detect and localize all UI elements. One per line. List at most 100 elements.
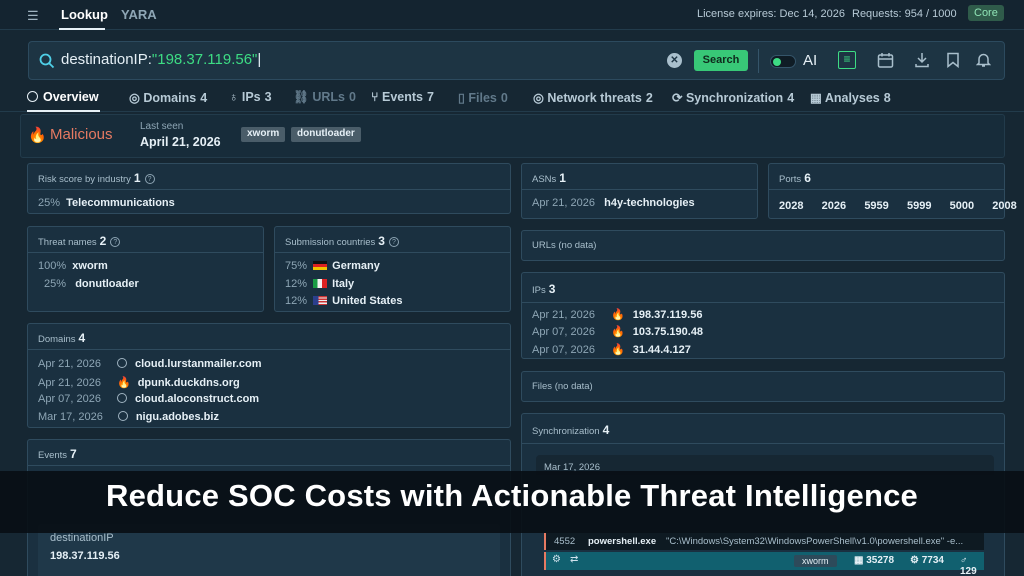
ips-header: IPs 3 <box>522 273 1004 303</box>
list-item: 25% Telecommunications <box>38 197 175 209</box>
list-item[interactable]: Apr 21, 2026 h4y-technologies <box>532 197 695 209</box>
fork-icon: ⑂ <box>371 90 382 104</box>
last-seen-label: Last seen <box>140 121 184 132</box>
threat-names-header: Threat names 2? <box>28 227 263 253</box>
list-item[interactable]: 25% donutloader <box>44 278 139 290</box>
verdict-label: Malicious <box>50 126 113 143</box>
license-text: License expires: Dec 14, 2026 <box>697 8 845 20</box>
asns-panel: ASNs 1 Apr 21, 2026 h4y-technologies <box>521 163 758 219</box>
search-input[interactable]: destinationIP:"198.37.119.56"| <box>61 51 661 68</box>
divider <box>758 49 759 73</box>
event-field: destinationIP <box>50 532 114 544</box>
port-value[interactable]: 5999 <box>907 200 931 212</box>
plan-badge[interactable]: Core <box>968 5 1004 21</box>
calendar-small-icon: ▦ <box>810 91 825 105</box>
help-icon[interactable]: ? <box>388 237 399 247</box>
de-flag <box>313 261 328 270</box>
ports-list: 2028 2026 5959 5999 5000 2008 <box>779 200 1017 212</box>
help-icon[interactable]: ? <box>144 174 155 184</box>
globe-icon: ◎ <box>129 91 144 105</box>
banner-headline: Reduce SOC Costs with Actionable Threat … <box>106 478 918 513</box>
port-value[interactable]: 2026 <box>822 200 846 212</box>
tab-network-threats[interactable]: ◎ Network threats 2 <box>533 90 653 105</box>
process-meta: ⚙ ⇄ xworm ▦ 35278 ⚙ 7734 ♂ 129 <box>544 552 984 576</box>
ports-panel: Ports 6 2028 2026 5959 5999 5000 2008 <box>768 163 1017 219</box>
search-button[interactable]: Search <box>694 50 748 71</box>
tab-overview-underline <box>27 110 100 112</box>
ai-toggle-knob <box>773 58 781 66</box>
files-header: Files (no data) <box>532 381 593 392</box>
list-item: 75% Germany <box>285 260 380 272</box>
countries-header: Submission countries 3? <box>275 227 510 253</box>
port-value[interactable]: 5959 <box>864 200 888 212</box>
table-row[interactable]: Mar 17, 2026 nigu.adobes.biz <box>38 411 219 423</box>
list-icon[interactable]: ≡ <box>838 51 856 69</box>
pin-icon: ♁ <box>229 90 242 104</box>
search-bar: destinationIP:"198.37.119.56"| ✕ Search … <box>28 41 1005 80</box>
list-item[interactable]: 100% xworm <box>38 260 108 272</box>
unknown-icon <box>117 358 127 368</box>
download-icon[interactable] <box>914 52 930 68</box>
ai-toggle[interactable] <box>770 55 796 68</box>
port-value[interactable]: 2028 <box>779 200 803 212</box>
domains-panel: Domains 4 Apr 21, 2026 cloud.lurstanmailer… <box>27 323 511 428</box>
clear-icon[interactable]: ✕ <box>667 53 682 68</box>
tag-donutloader[interactable]: donutloader <box>291 127 361 142</box>
table-row[interactable]: Apr 07, 2026 🔥 31.44.4.127 <box>532 343 691 356</box>
stat-threads: ♂ 129 <box>960 555 977 576</box>
fire-icon: 🔥 <box>611 309 625 321</box>
port-value[interactable]: 5000 <box>950 200 974 212</box>
tab-files[interactable]: ▯ Files 0 <box>458 90 508 105</box>
tab-ips[interactable]: ♁ IPs 3 <box>229 90 272 104</box>
last-seen-date: April 21, 2026 <box>140 135 221 149</box>
menu-icon[interactable]: ☰ <box>27 8 39 24</box>
table-row[interactable]: Apr 07, 2026 🔥 103.75.190.48 <box>532 325 703 338</box>
process-name: powershell.exe <box>588 536 657 547</box>
tag-xworm[interactable]: xworm <box>241 127 286 142</box>
tab-synchronization[interactable]: ⟳ Synchronization 4 <box>672 90 794 105</box>
us-flag <box>313 296 328 305</box>
result-tabs: Overview ◎ Domains 4 ♁ IPs 3 ⛓ URLs 0 ⑂ Eve… <box>0 84 1024 112</box>
process-tag[interactable]: xworm <box>794 555 837 567</box>
process-cmd: "C:\Windows\System32\WindowsPowerShell\v… <box>666 536 964 547</box>
table-row[interactable]: Apr 07, 2026 cloud.aloconstruct.com <box>38 393 259 405</box>
risk-panel: Risk score by industry 1? 25% Telecommuni… <box>27 163 511 214</box>
risk-header: Risk score by industry 1? <box>28 164 510 190</box>
info-icon <box>27 91 38 102</box>
sync-icon: ⟳ <box>672 91 686 105</box>
process-pid: 4552 <box>554 536 576 547</box>
tab-analyses[interactable]: ▦ Analyses 8 <box>810 90 891 105</box>
tab-urls[interactable]: ⛓ URLs 0 <box>293 90 356 105</box>
network-icon: ◎ <box>533 91 548 105</box>
fire-icon: 🔥 <box>28 127 47 144</box>
text-caret: | <box>257 51 262 68</box>
urls-header: URLs (no data) <box>532 240 597 251</box>
process-row[interactable]: 4552 powershell.exe "C:\Windows\System32… <box>544 533 984 550</box>
ips-panel: IPs 3 Apr 21, 2026 🔥 198.37.119.56 Apr 07, … <box>521 272 1005 359</box>
file-icon: ▯ <box>458 91 469 105</box>
help-icon[interactable]: ? <box>110 237 121 247</box>
event-field-value: 198.37.119.56 <box>50 550 120 562</box>
it-flag <box>313 279 328 288</box>
tab-events[interactable]: ⑂ Events 7 <box>371 90 434 104</box>
settings-icon: ⚙ <box>552 554 561 565</box>
fire-icon: 🔥 <box>611 326 625 338</box>
port-value[interactable]: 2008 <box>992 200 1016 212</box>
bell-icon[interactable] <box>976 52 991 68</box>
ai-label: AI <box>803 52 818 69</box>
threat-names-panel: Threat names 2? 100% xworm 25% donutloade… <box>27 226 264 312</box>
tab-domains[interactable]: ◎ Domains 4 <box>129 90 207 105</box>
link-icon: ⛓ <box>293 90 313 104</box>
fire-icon: 🔥 <box>611 344 625 356</box>
bookmark-icon[interactable] <box>946 52 960 68</box>
events-header: Events 7 <box>28 440 510 466</box>
tab-overview[interactable]: Overview <box>27 90 99 104</box>
tab-yara[interactable]: YARA <box>121 7 157 22</box>
table-row[interactable]: Apr 21, 2026 🔥 dpunk.duckdns.org <box>38 376 240 389</box>
calendar-icon[interactable] <box>877 52 894 69</box>
network-icon: ⇄ <box>570 554 579 565</box>
table-row[interactable]: Apr 21, 2026 cloud.lurstanmailer.com <box>38 358 262 370</box>
tab-lookup[interactable]: Lookup <box>61 7 108 22</box>
top-bar: ☰ Lookup YARA License expires: Dec 14, 2… <box>0 0 1024 30</box>
table-row[interactable]: Apr 21, 2026 🔥 198.37.119.56 <box>532 308 702 321</box>
